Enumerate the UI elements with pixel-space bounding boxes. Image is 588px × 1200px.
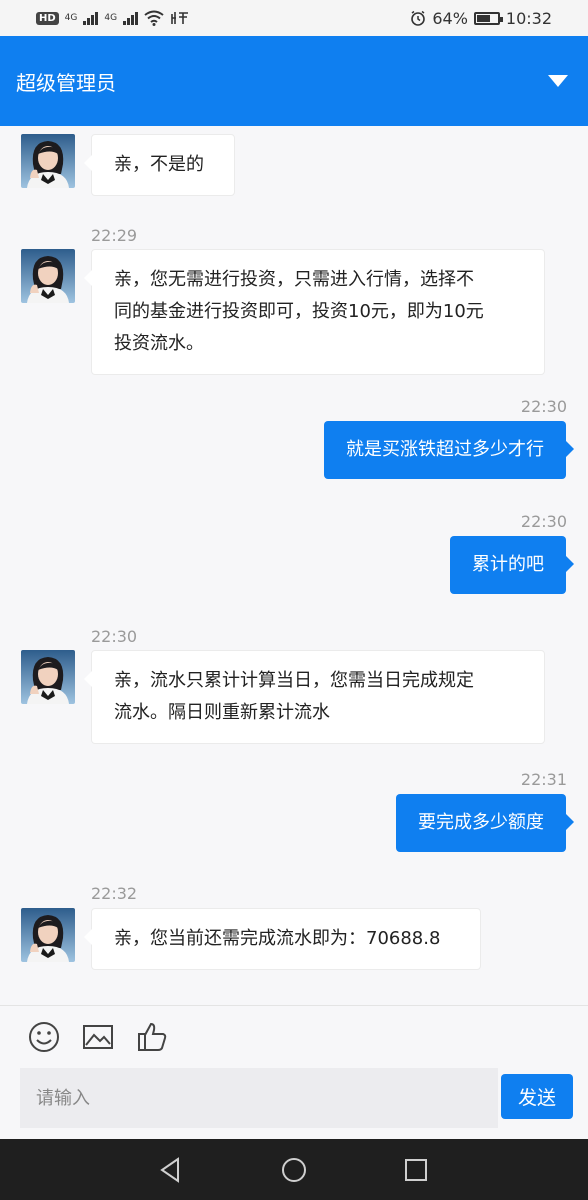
network-type-1: 4G — [64, 13, 78, 23]
avatar — [21, 249, 75, 303]
message-bubble: 亲，您当前还需完成流水即为：70688.8 — [84, 908, 481, 970]
avatar — [21, 134, 75, 188]
emoji-icon[interactable] — [27, 1020, 61, 1054]
message-timestamp: 22:30 — [91, 627, 138, 646]
message-bubble: 亲，流水只累计计算当日，您需当日完成规定 流水。隔日则重新累计流水 — [84, 650, 545, 744]
status-bar: HD 4G 4G 64% 10:32 — [0, 0, 588, 36]
wifi-icon — [144, 10, 164, 26]
status-right: 64% 10:32 — [410, 9, 552, 28]
listen-icon — [171, 12, 189, 24]
send-button[interactable]: 发送 — [501, 1074, 573, 1119]
signal-icon — [123, 11, 139, 25]
status-left: HD 4G 4G — [36, 10, 190, 26]
recents-icon[interactable] — [401, 1155, 431, 1185]
avatar — [21, 908, 75, 962]
page-title: 超级管理员 — [16, 70, 116, 95]
alarm-icon — [411, 10, 426, 26]
status-time: 10:32 — [505, 8, 552, 28]
battery-percent: 64% — [432, 8, 468, 28]
message-bubble: 累计的吧 — [450, 536, 574, 594]
message-bubble: 要完成多少额度 — [396, 794, 574, 852]
message-bubble: 亲，您无需进行投资，只需进入行情，选择不 同的基金进行投资即可，投资10元，即为… — [84, 249, 545, 375]
back-icon[interactable] — [156, 1155, 186, 1185]
battery-icon — [473, 11, 503, 25]
image-icon[interactable] — [81, 1020, 115, 1054]
message-timestamp: 22:30 — [520, 512, 567, 531]
chat-area[interactable]: 亲，不是的 22:29 亲，您无需进行投资，只需进入行情，选择不 同的基金进行投… — [0, 126, 588, 1006]
thumbs-up-icon[interactable] — [135, 1020, 169, 1054]
message-timestamp: 22:32 — [91, 884, 138, 903]
battery-level — [476, 14, 490, 22]
navigation-bar — [0, 1139, 588, 1200]
message-timestamp: 22:29 — [91, 226, 138, 245]
signal-icon — [83, 11, 99, 25]
home-icon[interactable] — [279, 1155, 309, 1185]
message-timestamp: 22:30 — [520, 397, 567, 416]
network-type-2: 4G — [104, 13, 118, 23]
message-bubble: 亲，不是的 — [84, 134, 235, 196]
message-timestamp: 22:31 — [520, 770, 567, 789]
message-bubble: 就是买涨铁超过多少才行 — [324, 421, 574, 479]
chevron-down-icon[interactable] — [548, 75, 568, 87]
avatar — [21, 650, 75, 704]
composer — [0, 1005, 588, 1139]
app-header: 超级管理员 — [0, 36, 588, 126]
message-input[interactable] — [20, 1068, 498, 1128]
hd-icon: HD — [36, 11, 59, 25]
